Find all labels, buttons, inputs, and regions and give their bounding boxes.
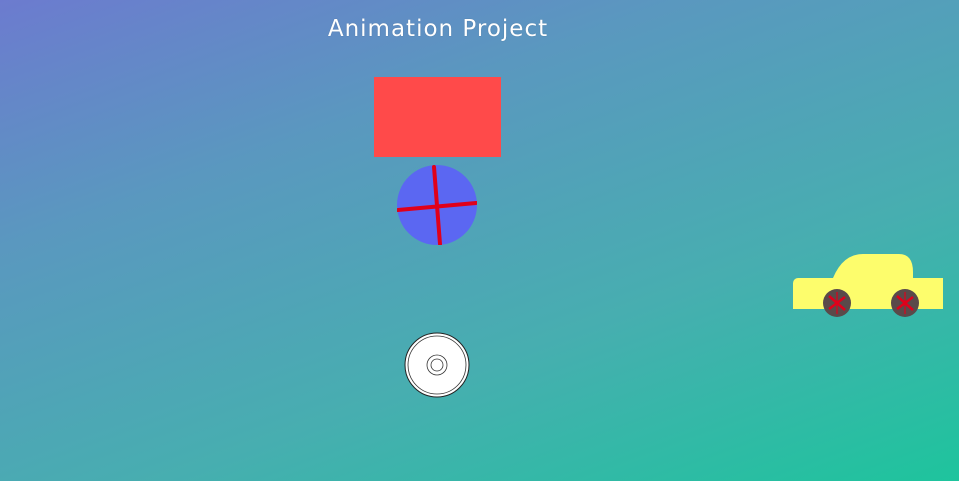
car-icon: [791, 252, 945, 322]
car-wheel-front: [823, 289, 851, 317]
car-wheel-rear: [891, 289, 919, 317]
page-title: Animation Project: [327, 16, 549, 42]
disc-icon: [404, 332, 470, 402]
red-rectangle: [374, 77, 501, 157]
ball-cross: [397, 165, 477, 245]
rotating-ball-icon: [397, 165, 477, 245]
